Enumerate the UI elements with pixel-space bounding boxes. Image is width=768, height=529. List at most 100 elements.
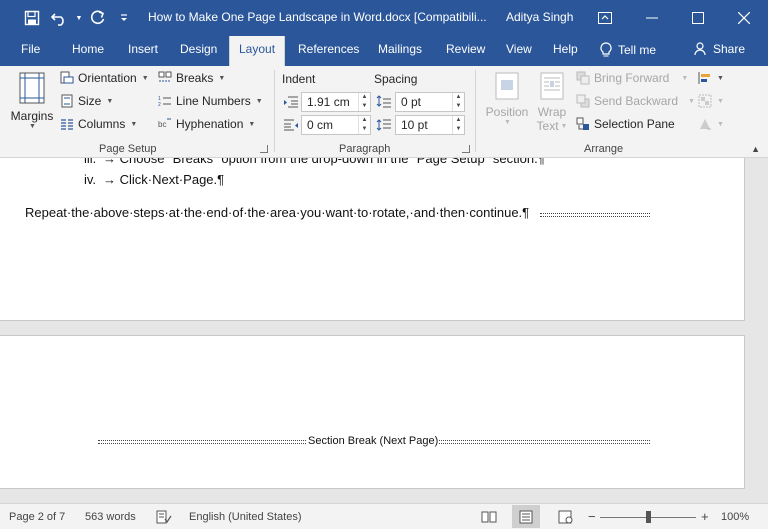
tab-review[interactable]: Review [446, 42, 485, 56]
line-numbers-button[interactable]: 12 Line Numbers ▼ [158, 94, 263, 108]
ribbon-display-icon[interactable] [591, 4, 619, 32]
margins-button[interactable]: Margins ▼ [8, 70, 56, 140]
position-button[interactable]: Position ▼ [482, 70, 532, 140]
quick-access-toolbar: ▼ [0, 0, 136, 36]
spinner-arrows-icon[interactable]: ▲ ▼ [452, 116, 464, 134]
vertical-scrollbar[interactable] [750, 158, 768, 503]
wrap-text-button[interactable]: Wrap Text ▼ [534, 70, 570, 140]
word-count[interactable]: 563 words [85, 511, 136, 523]
spacing-after-input[interactable]: 10 pt ▲ ▼ [395, 115, 465, 135]
body-paragraph[interactable]: Repeat·the·above·steps·at·the·end·of·the… [25, 205, 529, 220]
zoom-slider-thumb[interactable] [646, 511, 651, 523]
list-item[interactable]: → Choose "Breaks" option from the drop-d… [103, 158, 545, 166]
tell-me-search[interactable]: Tell me [600, 42, 656, 58]
zoom-level[interactable]: 100% [721, 511, 749, 523]
rotate-button[interactable]: ▼ [698, 117, 724, 131]
breaks-button[interactable]: Breaks ▼ [158, 71, 225, 85]
close-icon[interactable] [730, 4, 758, 32]
breaks-icon [158, 71, 172, 82]
selection-pane-button[interactable]: Selection Pane [576, 117, 675, 131]
size-label: Size [78, 94, 102, 108]
spinner-arrows-icon[interactable]: ▲ ▼ [358, 116, 370, 134]
tab-home[interactable]: Home [72, 42, 104, 56]
size-icon [61, 94, 73, 108]
indent-left-value: 1.91 cm [307, 95, 350, 109]
document-title: How to Make One Page Landscape in Word.d… [148, 10, 487, 24]
wrap-text-label-line2: Text [536, 119, 559, 133]
redo-icon[interactable] [84, 4, 112, 32]
read-mode-icon[interactable] [481, 510, 497, 524]
hyphenation-button[interactable]: bc Hyphenation ▼ [158, 117, 255, 131]
bring-forward-label: Bring Forward [594, 71, 670, 85]
selection-pane-label: Selection Pane [594, 117, 675, 131]
tab-references[interactable]: References [298, 42, 359, 56]
page-indicator[interactable]: Page 2 of 7 [9, 511, 65, 523]
orientation-label: Orientation [78, 71, 137, 85]
paragraph-group-label: Paragraph [339, 143, 391, 155]
tab-mailings[interactable]: Mailings [378, 42, 422, 56]
tab-help[interactable]: Help [553, 42, 578, 56]
position-icon [495, 72, 519, 100]
size-button[interactable]: Size ▼ [60, 94, 113, 108]
save-icon[interactable] [18, 4, 46, 32]
spacing-before-input[interactable]: 0 pt ▲ ▼ [395, 92, 465, 112]
tab-view[interactable]: View [506, 42, 532, 56]
orientation-button[interactable]: Orientation ▼ [60, 71, 149, 85]
group-divider [274, 70, 275, 152]
ribbon-layout: Margins ▼ Orientation ▼ Size ▼ Columns ▼ Br… [0, 66, 768, 158]
send-backward-button[interactable]: Send Backward ▼ [576, 94, 695, 108]
document-page[interactable]: iii. → Choose "Breaks" option from the d… [0, 158, 745, 321]
columns-button[interactable]: Columns ▼ [60, 117, 137, 131]
arrange-group-label: Arrange [584, 143, 624, 155]
proofing-icon[interactable] [156, 510, 172, 524]
svg-text:bc: bc [158, 120, 166, 129]
columns-label: Columns [78, 117, 126, 131]
spinner-arrows-icon[interactable]: ▲ ▼ [358, 93, 370, 111]
spinner-arrows-icon[interactable]: ▲ ▼ [452, 93, 464, 111]
title-bar: ▼ How to Make One Page Landscape in Word… [0, 0, 768, 36]
document-page[interactable]: Section Break (Next Page) [0, 335, 745, 489]
spacing-after-value: 10 pt [401, 118, 428, 132]
columns-icon [61, 119, 73, 130]
breaks-label: Breaks [176, 71, 214, 85]
indent-left-input[interactable]: 1.91 cm ▲ ▼ [301, 92, 371, 112]
group-objects-button[interactable]: ▼ [698, 94, 724, 108]
minimize-icon[interactable] [638, 4, 666, 32]
line-numbers-label: Line Numbers [176, 94, 251, 108]
user-name[interactable]: Aditya Singh [506, 10, 573, 24]
align-button[interactable]: ▼ [698, 71, 724, 85]
maximize-icon[interactable] [684, 4, 712, 32]
tab-file[interactable]: File [21, 42, 40, 56]
group-objects-icon [698, 94, 712, 108]
share-label: Share [713, 42, 746, 56]
share-button[interactable]: Share [694, 42, 745, 56]
language-indicator[interactable]: English (United States) [189, 511, 302, 523]
tab-layout[interactable]: Layout [229, 36, 286, 66]
wrap-text-icon [540, 72, 564, 100]
page-setup-launcher-icon[interactable] [260, 145, 268, 153]
send-backward-icon [576, 94, 590, 108]
indent-left-icon [284, 96, 298, 108]
selection-pane-icon [576, 117, 589, 130]
undo-dropdown-icon[interactable]: ▼ [74, 4, 84, 32]
collapse-ribbon-icon[interactable]: ▲ [751, 144, 760, 154]
undo-icon[interactable] [46, 4, 74, 32]
zoom-out-button[interactable]: − [588, 509, 596, 524]
list-item[interactable]: → Click·Next·Page.¶ [103, 172, 224, 187]
indent-right-input[interactable]: 0 cm ▲ ▼ [301, 115, 371, 135]
customize-qat-icon[interactable] [112, 4, 136, 32]
web-layout-icon[interactable] [558, 510, 574, 524]
document-area[interactable]: iii. → Choose "Breaks" option from the d… [0, 158, 768, 503]
ribbon-tab-bar: File Home Insert Design Layout Reference… [0, 36, 768, 66]
bring-forward-button[interactable]: Bring Forward ▼ [576, 71, 688, 85]
paragraph-launcher-icon[interactable] [462, 145, 470, 153]
page-setup-group-label: Page Setup [99, 143, 157, 155]
tab-insert[interactable]: Insert [128, 42, 158, 56]
indent-label: Indent [282, 72, 316, 86]
hyphenation-label: Hyphenation [176, 117, 244, 131]
list-number: iii. [84, 158, 97, 166]
zoom-in-button[interactable]: + [701, 509, 709, 524]
lightbulb-icon [600, 42, 612, 57]
tab-design[interactable]: Design [180, 42, 217, 56]
wrap-text-label-line1: Wrap [537, 105, 567, 119]
